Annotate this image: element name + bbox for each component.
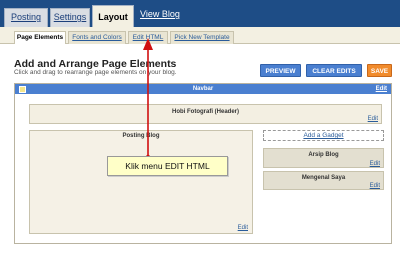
sub-nav-bar: Page Elements Fonts and Colors Edit HTML… [0, 27, 400, 44]
annotation-callout: Klik menu EDIT HTML [107, 156, 228, 176]
arsip-blog-widget[interactable]: Arsip Blog Edit [263, 148, 384, 168]
save-button[interactable]: SAVE [367, 64, 392, 77]
subtab-edit-html[interactable]: Edit HTML [128, 31, 168, 44]
top-nav-bar: Posting Settings Layout View Blog [0, 0, 400, 27]
page-subtitle: Click and drag to rearrange page element… [14, 69, 177, 76]
mengenal-saya-edit-link[interactable]: Edit [370, 183, 380, 189]
preview-button[interactable]: PREVIEW [260, 64, 301, 77]
subtab-fonts-colors[interactable]: Fonts and Colors [68, 31, 126, 44]
navbar-widget[interactable]: Navbar Edit [15, 84, 391, 94]
arsip-blog-title: Arsip Blog [308, 152, 339, 158]
mengenal-saya-title: Mengenal Saya [301, 175, 346, 181]
clear-edits-button[interactable]: CLEAR EDITS [306, 64, 362, 77]
blog-posts-title: Posting Blog [122, 133, 160, 139]
mengenal-saya-widget[interactable]: Mengenal Saya Edit [263, 171, 384, 190]
tab-posting[interactable]: Posting [4, 8, 48, 27]
header-widget-title: Hobi Fotografi (Header) [172, 109, 239, 115]
navbar-edit-link[interactable]: Edit [376, 84, 387, 94]
arsip-blog-edit-link[interactable]: Edit [370, 161, 380, 167]
add-gadget-link[interactable]: Add a Gadget [263, 130, 384, 141]
subtab-page-elements[interactable]: Page Elements [14, 31, 66, 44]
blog-posts-widget[interactable]: Posting Blog Edit [29, 130, 253, 234]
blog-posts-edit-link[interactable]: Edit [238, 225, 248, 231]
view-blog-link[interactable]: View Blog [140, 9, 180, 19]
subtab-pick-template[interactable]: Pick New Template [170, 31, 234, 44]
header-widget[interactable]: Hobi Fotografi (Header) Edit [29, 104, 382, 124]
tab-settings[interactable]: Settings [50, 8, 90, 27]
tab-layout[interactable]: Layout [92, 5, 134, 27]
header-edit-link[interactable]: Edit [368, 116, 378, 122]
navbar-title: Navbar [192, 86, 214, 92]
